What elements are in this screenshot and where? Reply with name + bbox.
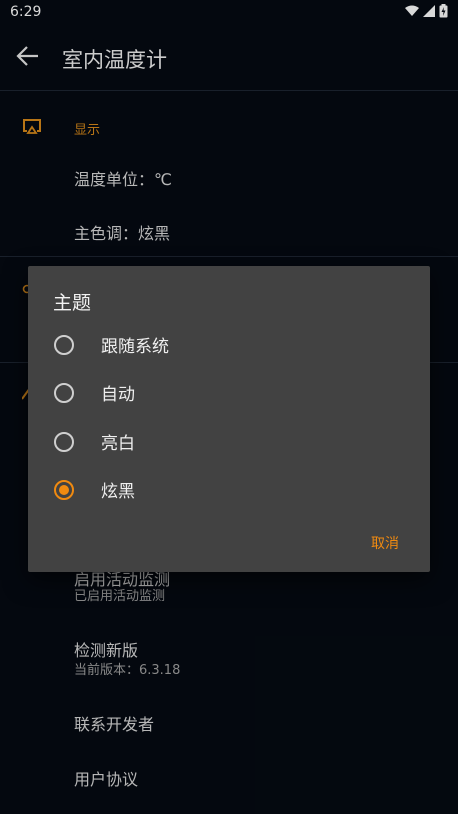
option-label: 自动 bbox=[101, 385, 135, 405]
radio-button-icon[interactable] bbox=[54, 383, 74, 403]
cancel-button[interactable]: 取消 bbox=[371, 533, 399, 553]
radio-button-checked-icon[interactable] bbox=[54, 480, 74, 500]
option-label: 炫黑 bbox=[101, 482, 135, 502]
theme-option-light[interactable]: 亮白 bbox=[52, 423, 412, 463]
option-label: 跟随系统 bbox=[101, 337, 169, 357]
radio-button-icon[interactable] bbox=[54, 432, 74, 452]
theme-option-dark[interactable]: 炫黑 bbox=[52, 471, 412, 511]
option-label: 亮白 bbox=[101, 434, 135, 454]
theme-option-auto[interactable]: 自动 bbox=[52, 374, 412, 414]
theme-option-follow-system[interactable]: 跟随系统 bbox=[52, 326, 412, 366]
dialog-title: 主题 bbox=[53, 292, 92, 314]
theme-dialog: 主题 跟随系统 自动 亮白 炫黑 取消 bbox=[28, 266, 430, 572]
radio-button-icon[interactable] bbox=[54, 335, 74, 355]
